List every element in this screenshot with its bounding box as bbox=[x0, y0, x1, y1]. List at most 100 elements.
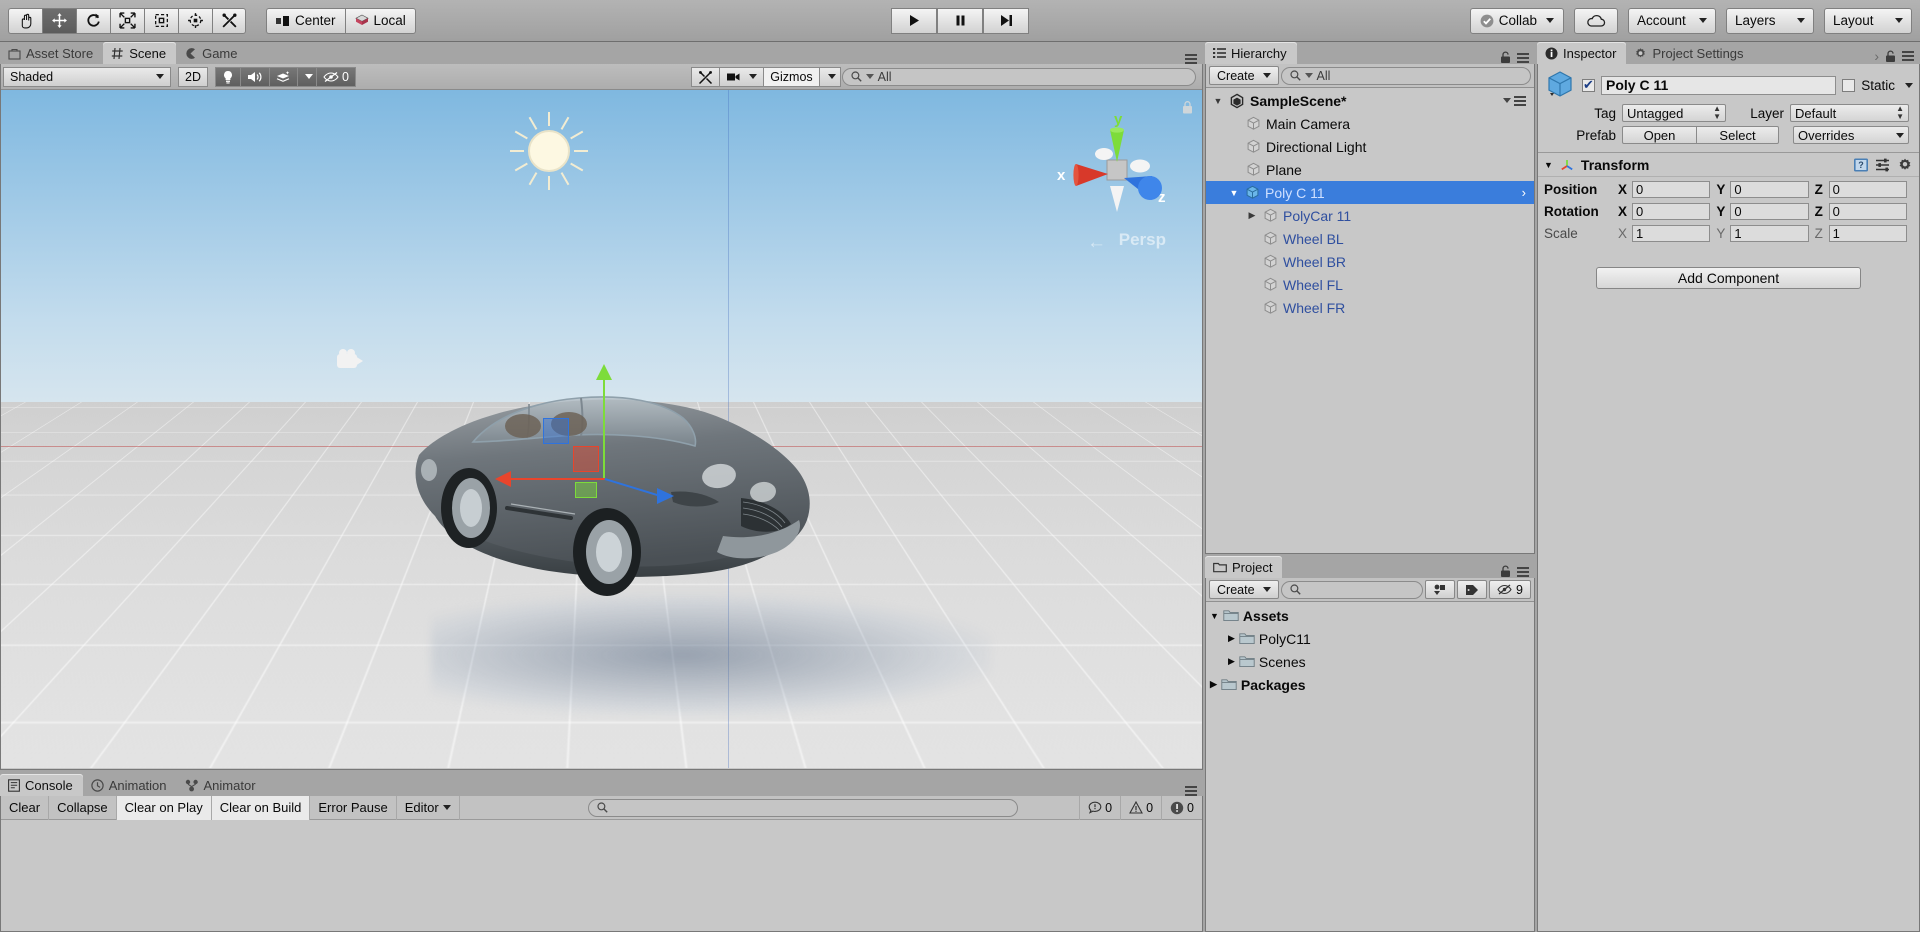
rotation-x-field[interactable]: 0 bbox=[1632, 202, 1711, 220]
layout-dropdown[interactable]: Layout bbox=[1824, 7, 1912, 34]
scene-camera-button[interactable] bbox=[719, 66, 765, 87]
move-gizmo[interactable] bbox=[495, 364, 674, 520]
position-y-field[interactable]: 0 bbox=[1730, 180, 1809, 198]
console-error-count[interactable]: 0 bbox=[1161, 795, 1202, 820]
2d-toggle-button[interactable]: 2D bbox=[178, 66, 208, 87]
collab-button[interactable]: Collab bbox=[1469, 7, 1564, 34]
add-component-button[interactable]: Add Component bbox=[1596, 267, 1861, 289]
account-dropdown[interactable]: Account bbox=[1628, 7, 1716, 34]
tag-dropdown[interactable]: Untagged ▲ ▼ bbox=[1622, 104, 1726, 122]
preset-icon[interactable] bbox=[1875, 157, 1891, 173]
expand-arrow-down-icon[interactable]: ▼ bbox=[1212, 96, 1224, 106]
gizmo-plane-z[interactable] bbox=[543, 418, 569, 444]
draw-mode-dropdown[interactable]: Shaded bbox=[3, 66, 171, 87]
tab-game[interactable]: Game bbox=[176, 42, 248, 64]
hierarchy-item-main-camera[interactable]: Main Camera bbox=[1206, 112, 1534, 135]
tab-animation[interactable]: Animation bbox=[82, 774, 177, 796]
gizmos-dropdown[interactable] bbox=[818, 66, 841, 87]
expand-arrow-right-icon[interactable]: ▶ bbox=[1228, 656, 1235, 667]
rect-tool-button[interactable] bbox=[144, 7, 178, 34]
gizmo-plane-y[interactable] bbox=[575, 482, 597, 498]
transform-tool-button[interactable] bbox=[178, 7, 212, 34]
rotation-z-field[interactable]: 0 bbox=[1828, 202, 1907, 220]
main-camera-gizmo[interactable] bbox=[331, 348, 365, 374]
hierarchy-lock-icon[interactable] bbox=[1500, 51, 1511, 64]
project-item-polyc11[interactable]: ▶ PolyC11 bbox=[1206, 627, 1534, 650]
gizmo-axis-y[interactable] bbox=[603, 376, 605, 480]
expand-arrow-right-icon[interactable]: ▶ bbox=[1210, 679, 1217, 690]
transform-component-header[interactable]: ▼ Transform ? bbox=[1538, 153, 1919, 177]
gizmo-axis-y-head[interactable] bbox=[596, 364, 612, 380]
pause-button[interactable] bbox=[937, 7, 983, 34]
tab-console[interactable]: Console bbox=[0, 774, 83, 796]
hierarchy-create-button[interactable]: Create bbox=[1209, 66, 1279, 85]
project-hidden-toggle[interactable]: 9 bbox=[1489, 580, 1531, 599]
scene-lighting-toggle[interactable] bbox=[214, 66, 241, 87]
scene-fx-toggle[interactable] bbox=[268, 66, 298, 87]
layers-dropdown[interactable]: Layers bbox=[1726, 7, 1814, 34]
console-log-count[interactable]: 0 bbox=[1079, 795, 1120, 820]
console-log-area[interactable] bbox=[1, 820, 1202, 930]
console-error-pause-button[interactable]: Error Pause bbox=[310, 795, 397, 820]
expand-arrow-down-icon[interactable]: ▼ bbox=[1544, 160, 1553, 170]
scene-audio-toggle[interactable] bbox=[239, 66, 270, 87]
cloud-button[interactable] bbox=[1574, 7, 1618, 34]
prefab-select-button[interactable]: Select bbox=[1697, 126, 1779, 144]
expand-arrow-right-icon[interactable]: ▶ bbox=[1246, 210, 1258, 221]
scene-tools-button[interactable] bbox=[691, 66, 721, 87]
scene-orientation-gizmo[interactable]: y x z bbox=[1052, 108, 1180, 226]
hierarchy-item-samplescene[interactable]: ▼ SampleScene* bbox=[1206, 89, 1534, 112]
console-menu-button[interactable] bbox=[1185, 786, 1197, 796]
directional-light-gizmo[interactable] bbox=[506, 108, 592, 194]
help-icon[interactable]: ? bbox=[1853, 157, 1869, 173]
scale-z-field[interactable]: 1 bbox=[1828, 224, 1907, 242]
tab-overflow-chevron-icon[interactable]: › bbox=[1874, 48, 1879, 64]
move-tool-button[interactable] bbox=[42, 7, 76, 34]
tab-inspector[interactable]: Inspector bbox=[1537, 42, 1627, 64]
hierarchy-item-directional-light[interactable]: Directional Light bbox=[1206, 135, 1534, 158]
gizmo-axis-x[interactable] bbox=[507, 478, 605, 480]
expand-arrow-right-icon[interactable]: ▶ bbox=[1228, 633, 1235, 644]
rotate-tool-button[interactable] bbox=[76, 7, 110, 34]
hierarchy-item-wheel-bl[interactable]: Wheel BL bbox=[1206, 227, 1534, 250]
tab-asset-store[interactable]: Asset Store bbox=[0, 42, 104, 64]
static-checkbox[interactable] bbox=[1842, 78, 1856, 92]
hierarchy-item-wheel-fr[interactable]: Wheel FR bbox=[1206, 296, 1534, 319]
pivot-rotation-button[interactable]: Local bbox=[344, 7, 416, 34]
gizmo-plane-x[interactable] bbox=[573, 446, 599, 472]
console-clear-on-build-button[interactable]: Clear on Build bbox=[211, 795, 311, 820]
hierarchy-item-wheel-br[interactable]: Wheel BR bbox=[1206, 250, 1534, 273]
scale-y-field[interactable]: 1 bbox=[1730, 224, 1809, 242]
console-search-input[interactable] bbox=[587, 798, 1018, 817]
chevron-down-icon[interactable] bbox=[1905, 82, 1913, 88]
scene-context-menu-button[interactable] bbox=[1514, 95, 1526, 106]
prefab-open-chevron-icon[interactable]: › bbox=[1522, 185, 1526, 200]
scene-search-input[interactable]: All bbox=[841, 67, 1196, 86]
project-lock-icon[interactable] bbox=[1500, 565, 1511, 578]
layer-dropdown[interactable]: Default ▲ ▼ bbox=[1790, 104, 1909, 122]
inspector-lock-icon[interactable] bbox=[1885, 49, 1896, 63]
object-name-field[interactable]: Poly C 11 bbox=[1601, 75, 1837, 95]
car-model[interactable] bbox=[411, 380, 921, 650]
gizmo-axis-z-head[interactable] bbox=[657, 488, 674, 504]
custom-tool-button[interactable] bbox=[212, 7, 246, 34]
project-menu-button[interactable] bbox=[1517, 566, 1529, 577]
project-item-scenes[interactable]: ▶ Scenes bbox=[1206, 650, 1534, 673]
tab-hierarchy[interactable]: Hierarchy bbox=[1205, 42, 1297, 64]
tab-scene[interactable]: Scene bbox=[103, 42, 177, 64]
hierarchy-item-poly-c-11[interactable]: ▼ Poly C 11 › bbox=[1206, 181, 1534, 204]
project-item-assets[interactable]: ▼ Assets bbox=[1206, 604, 1534, 627]
hierarchy-item-wheel-fl[interactable]: Wheel FL bbox=[1206, 273, 1534, 296]
prefab-open-button[interactable]: Open bbox=[1622, 126, 1697, 144]
inspector-menu-button[interactable] bbox=[1902, 51, 1914, 61]
pivot-mode-button[interactable]: Center bbox=[266, 7, 345, 34]
expand-arrow-down-icon[interactable]: ▼ bbox=[1210, 611, 1219, 621]
position-x-field[interactable]: 0 bbox=[1632, 180, 1711, 198]
hand-tool-button[interactable] bbox=[8, 7, 42, 34]
tab-project-settings[interactable]: Project Settings bbox=[1626, 42, 1754, 64]
project-filter-label-button[interactable] bbox=[1457, 580, 1488, 599]
project-search-input[interactable] bbox=[1280, 580, 1424, 599]
console-collapse-button[interactable]: Collapse bbox=[49, 795, 117, 820]
console-clear-button[interactable]: Clear bbox=[1, 795, 50, 820]
scene-canvas[interactable]: y x z ← Persp bbox=[1, 90, 1202, 768]
